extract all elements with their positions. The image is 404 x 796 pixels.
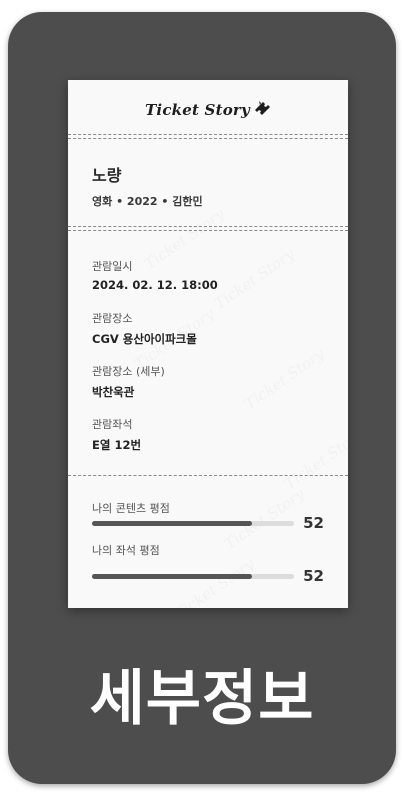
rating-label-content: 나의 콘텐츠 평점 [92, 502, 170, 515]
watermark-text: Ticket Story [281, 424, 348, 494]
section-caption: 세부정보 [89, 664, 315, 734]
rating-bar-seat [92, 574, 294, 579]
divider [68, 475, 348, 476]
watermark-text: Ticket Story [171, 554, 258, 608]
brand-logo: Ticket Story [145, 100, 271, 120]
rating-value-content: 52 [303, 514, 324, 532]
divider [68, 134, 348, 139]
field-value-venue-detail: 박찬욱관 [92, 385, 135, 399]
rating-value-seat: 52 [303, 567, 324, 585]
divider [68, 226, 348, 231]
rating-label-seat: 나의 좌석 평점 [92, 544, 160, 557]
field-label-datetime: 관람일시 [92, 260, 133, 273]
field-value-seat: E열 12번 [92, 438, 142, 452]
ticket-icon [253, 100, 271, 120]
phone-frame: Ticket Story Ticket Story Ticket Story T… [8, 12, 396, 784]
field-value-venue: CGV 용산아이파크몰 [92, 332, 197, 346]
movie-title: 노량 [92, 166, 122, 185]
watermark-text: Ticket Story [141, 204, 228, 274]
rating-bar-fill [92, 574, 252, 579]
field-label-venue: 관람장소 [92, 312, 133, 325]
field-label-venue-detail: 관람장소 (세부) [92, 365, 165, 378]
movie-meta: 영화 • 2022 • 김한민 [92, 195, 203, 208]
watermark-text: Ticket Story [211, 244, 298, 314]
rating-bar-content [92, 521, 294, 526]
watermark-text: Ticket Story [221, 484, 308, 554]
rating-bar-fill [92, 521, 252, 526]
ticket-card: Ticket Story Ticket Story Ticket Story T… [68, 80, 348, 608]
field-label-seat: 관람좌석 [92, 418, 133, 431]
watermark-text: Ticket Story [241, 344, 328, 414]
logo-text: Ticket Story [145, 101, 250, 119]
field-value-datetime: 2024. 02. 12. 18:00 [92, 278, 218, 292]
ticket-header: Ticket Story [68, 80, 348, 136]
